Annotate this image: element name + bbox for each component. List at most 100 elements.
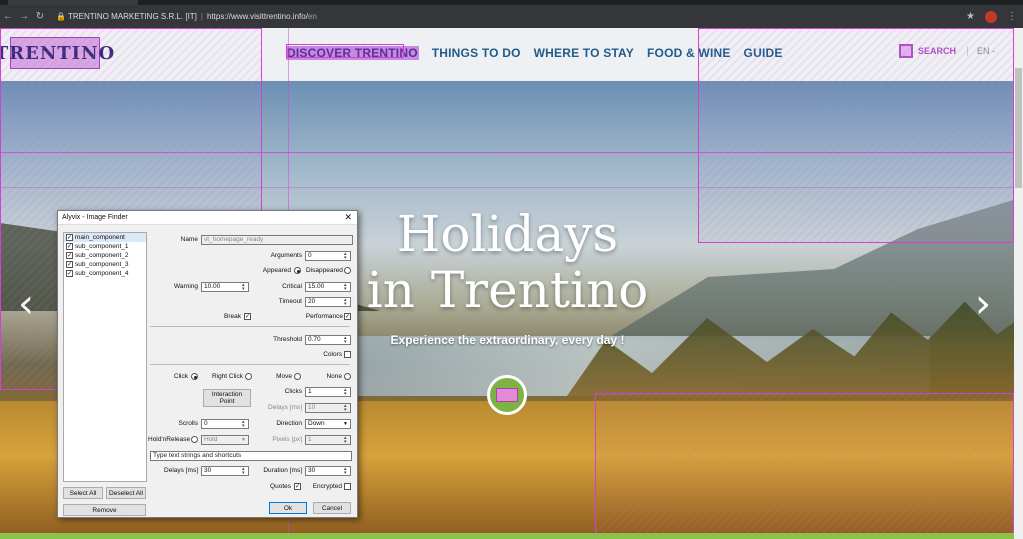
nav-guide[interactable]: GUIDE — [744, 46, 783, 60]
tree-item[interactable]: ✓ sub_component_4 — [64, 269, 146, 278]
select-all-button[interactable]: Select All — [63, 487, 103, 499]
break-checkbox[interactable]: ✓ — [244, 313, 251, 320]
scrolls-spinbox[interactable]: 0 — [201, 419, 249, 429]
appeared-label: Appeared — [262, 267, 291, 274]
dropdown-arrow-icon: ▼ — [343, 421, 348, 427]
type-text-input[interactable]: Type text strings and shortcuts — [150, 451, 352, 461]
url-text[interactable]: https://www.visittrentino.info/en — [207, 12, 317, 21]
move-radio[interactable] — [294, 373, 301, 380]
arguments-label: Arguments — [270, 252, 302, 259]
right-click-radio[interactable] — [245, 373, 252, 380]
appeared-radio[interactable] — [294, 267, 301, 274]
bookmark-star-icon[interactable]: ★ — [966, 11, 975, 22]
pixels-spinbox[interactable]: 1 — [305, 435, 351, 445]
nav-things-to-do[interactable]: THINGS TO DO — [432, 46, 521, 60]
carousel-next-icon[interactable]: › — [975, 284, 991, 324]
nav-food-and-wine[interactable]: FOOD & WINE — [647, 46, 731, 60]
search-button[interactable]: SEARCH — [899, 44, 956, 58]
direction-label: Direction — [276, 420, 302, 427]
image-finder-dialog: Alyvix - Image Finder ✕ ✓ main_component … — [57, 210, 358, 518]
duration-spinbox[interactable]: 30 — [305, 466, 351, 476]
hold-select[interactable]: Hold ▼ — [201, 435, 249, 445]
disappeared-label: Disappeared — [306, 267, 343, 274]
warning-label: Warning — [174, 283, 198, 290]
divider — [150, 364, 350, 365]
name-field[interactable]: vt_homepage_ready — [201, 235, 353, 245]
checkbox-icon[interactable]: ✓ — [66, 261, 73, 268]
interaction-point-button[interactable]: Interaction Point — [203, 389, 251, 407]
nav-where-to-stay[interactable]: WHERE TO STAY — [534, 46, 634, 60]
checkbox-icon[interactable]: ✓ — [66, 252, 73, 259]
newsletter-button[interactable] — [487, 375, 527, 415]
click-label: Click — [173, 373, 188, 380]
profile-avatar[interactable] — [985, 10, 997, 23]
checkbox-icon[interactable]: ✓ — [66, 270, 73, 277]
menu-kebab-icon[interactable]: ⋮ — [1007, 11, 1017, 22]
holdnrelease-label: Hold'nRelease — [148, 436, 191, 443]
arguments-spinbox[interactable]: 0 — [305, 251, 351, 261]
hold-value: Hold — [204, 436, 218, 443]
tree-item[interactable]: ✓ sub_component_2 — [64, 251, 146, 260]
none-label: None — [326, 373, 342, 380]
cancel-button[interactable]: Cancel — [313, 502, 351, 514]
tree-item[interactable]: ✓ sub_component_3 — [64, 260, 146, 269]
nav-discover-trentino[interactable]: DISCOVER TRENTINO — [286, 46, 419, 60]
close-icon[interactable]: ✕ — [344, 212, 352, 223]
dialog-titlebar: Alyvix - Image Finder ✕ — [58, 211, 357, 225]
type-delays-label: Delays [ms] — [164, 467, 198, 474]
disappeared-radio[interactable] — [344, 267, 351, 274]
checkbox-icon[interactable]: ✓ — [66, 243, 73, 250]
tree-item[interactable]: ✓ main_component — [64, 233, 146, 242]
duration-label: Duration [ms] — [263, 467, 302, 474]
critical-spinbox[interactable]: 15.00 — [305, 282, 351, 292]
dropdown-arrow-icon: ▼ — [241, 437, 246, 443]
dialog-title: Alyvix - Image Finder — [62, 214, 128, 221]
divider — [150, 326, 350, 327]
move-label: Move — [276, 373, 292, 380]
timeout-spinbox[interactable]: 20 — [305, 297, 351, 307]
forward-icon[interactable]: → — [16, 11, 32, 22]
reload-icon[interactable]: ↻ — [32, 11, 48, 22]
language-selector[interactable]: EN - — [967, 46, 995, 56]
search-icon — [899, 44, 913, 58]
hero-tagline: Experience the extraordinary, every day … — [390, 333, 625, 347]
address-bar[interactable]: ← → ↻ 🔒 TRENTINO MARKETING S.R.L. [IT] |… — [0, 5, 1023, 28]
deselect-all-button[interactable]: Deselect All — [106, 487, 146, 499]
pixels-label: Pixels [px] — [272, 436, 302, 443]
performance-checkbox[interactable]: ✓ — [344, 313, 351, 320]
remove-button[interactable]: Remove — [63, 504, 146, 516]
tree-item-label: sub_component_2 — [75, 252, 129, 259]
back-icon[interactable]: ← — [0, 11, 16, 22]
warning-spinbox[interactable]: 10.00 — [201, 282, 249, 292]
click-radio[interactable] — [191, 373, 198, 380]
right-click-label: Right Click — [211, 373, 243, 380]
guide-line-horizontal — [0, 187, 1014, 188]
type-delays-spinbox[interactable]: 30 — [201, 466, 249, 476]
clicks-spinbox[interactable]: 1 — [305, 387, 351, 397]
tree-item[interactable]: ✓ sub_component_1 — [64, 242, 146, 251]
footer-accent-bar — [0, 533, 1014, 539]
guide-line-horizontal — [0, 152, 1014, 153]
none-radio[interactable] — [344, 373, 351, 380]
ok-button[interactable]: Ok — [269, 502, 307, 514]
colors-checkbox[interactable] — [344, 351, 351, 358]
tree-item-label: sub_component_4 — [75, 270, 129, 277]
site-logo[interactable]: TRENTINO — [0, 37, 114, 69]
url-path: en — [307, 12, 317, 21]
encrypted-checkbox[interactable] — [344, 483, 351, 490]
scrolls-label: Scrolls — [178, 420, 198, 427]
carousel-prev-icon[interactable]: ‹ — [18, 284, 34, 324]
checkbox-icon[interactable]: ✓ — [66, 234, 73, 241]
component-tree[interactable]: ✓ main_component ✓ sub_component_1 ✓ sub_co… — [63, 232, 147, 482]
hero-title-line1: Holidays — [396, 205, 619, 263]
quotes-checkbox[interactable]: ✓ — [294, 483, 301, 490]
tree-item-label: main_component — [75, 234, 125, 241]
holdnrelease-radio[interactable] — [191, 436, 198, 443]
tree-item-label: sub_component_3 — [75, 261, 129, 268]
page-scrollbar[interactable] — [1014, 28, 1023, 539]
direction-select[interactable]: Down ▼ — [305, 419, 351, 429]
site-header: TRENTINO DISCOVER TRENTINO THINGS TO DO … — [0, 28, 1023, 81]
threshold-spinbox[interactable]: 0.70 — [305, 335, 351, 345]
scrollbar-thumb[interactable] — [1015, 68, 1022, 188]
click-delays-spinbox[interactable]: 10 — [305, 403, 351, 413]
